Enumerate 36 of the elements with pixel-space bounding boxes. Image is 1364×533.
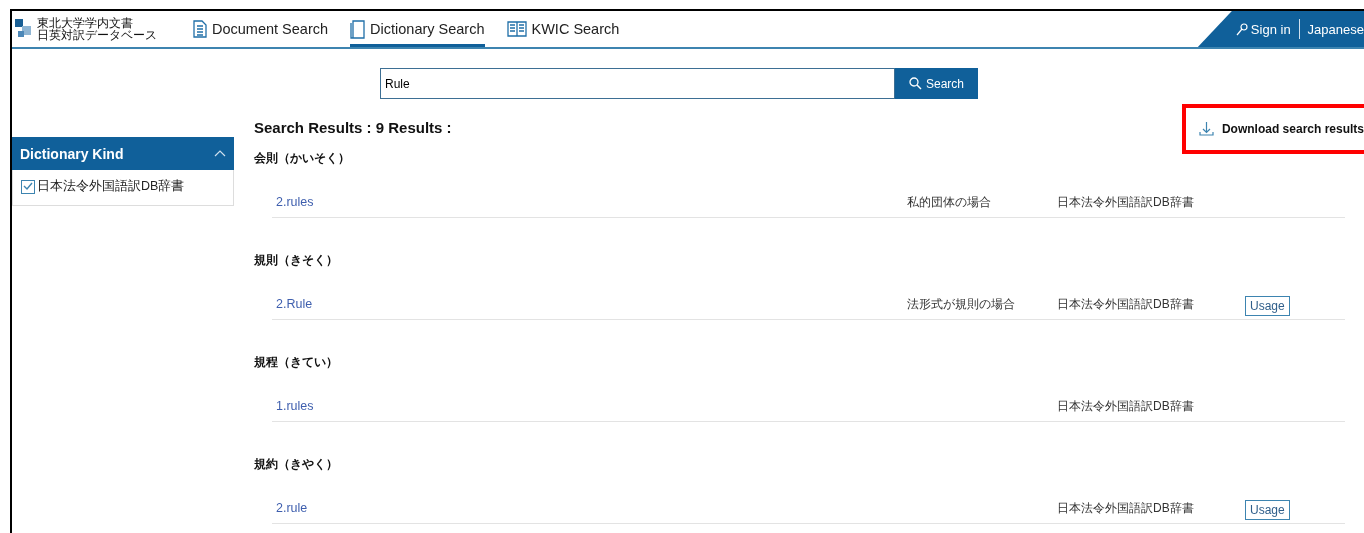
nav-tab[interactable]: Document Search (193, 11, 329, 47)
entry-heading: 会則（かいそく） (254, 150, 351, 167)
checkbox[interactable] (21, 179, 35, 194)
open-book-icon (506, 21, 527, 37)
download-icon (1198, 122, 1214, 136)
search-icon (909, 77, 922, 90)
language-link[interactable]: Japanese (1307, 21, 1364, 37)
dictionary-name: 日本法令外国語訳DB辞書 (1057, 193, 1195, 211)
term-link[interactable]: 2.Rule (276, 297, 313, 311)
site-logo: 東北大学学内文書 日英対訳データベース (37, 17, 157, 41)
entry-heading: 規程（きてい） (254, 354, 339, 371)
dictionary-name: 日本法令外国語訳DB辞書 (1057, 397, 1195, 415)
entry-heading: 規約（きやく） (254, 456, 339, 473)
download-link[interactable]: Download search results (1181, 104, 1364, 154)
nav-tab[interactable]: KWIC Search (506, 11, 620, 47)
chevron-up-icon (214, 150, 226, 157)
search-field[interactable]: Rule (380, 68, 895, 99)
results-title: Search Results : 9 Results : (254, 118, 452, 136)
usage-note: 法形式が規則の場合 (907, 295, 1016, 313)
sign-in-link[interactable]: Sign in (1235, 21, 1291, 37)
book-icon (350, 19, 366, 39)
dictionary-name: 日本法令外国語訳DB辞書 (1057, 295, 1195, 313)
logo-icon (15, 19, 33, 39)
nav-tab[interactable]: Dictionary Search (350, 11, 485, 47)
entry-heading: 規則（きそく） (254, 252, 339, 269)
usage-button[interactable]: Usage (1245, 500, 1290, 520)
document-icon (193, 20, 207, 38)
filter-header[interactable]: Dictionary Kind (12, 137, 234, 170)
checkbox-label: 日本法令外国語訳DB辞書 (37, 178, 185, 195)
dictionary-name: 日本法令外国語訳DB辞書 (1057, 499, 1195, 517)
term-link[interactable]: 2.rule (276, 501, 308, 515)
term-link[interactable]: 1.rules (276, 399, 314, 413)
search-button[interactable]: Search (895, 68, 978, 99)
term-link[interactable]: 2.rules (276, 195, 314, 209)
usage-note: 私的団体の場合 (907, 193, 992, 211)
usage-button[interactable]: Usage (1245, 296, 1290, 316)
